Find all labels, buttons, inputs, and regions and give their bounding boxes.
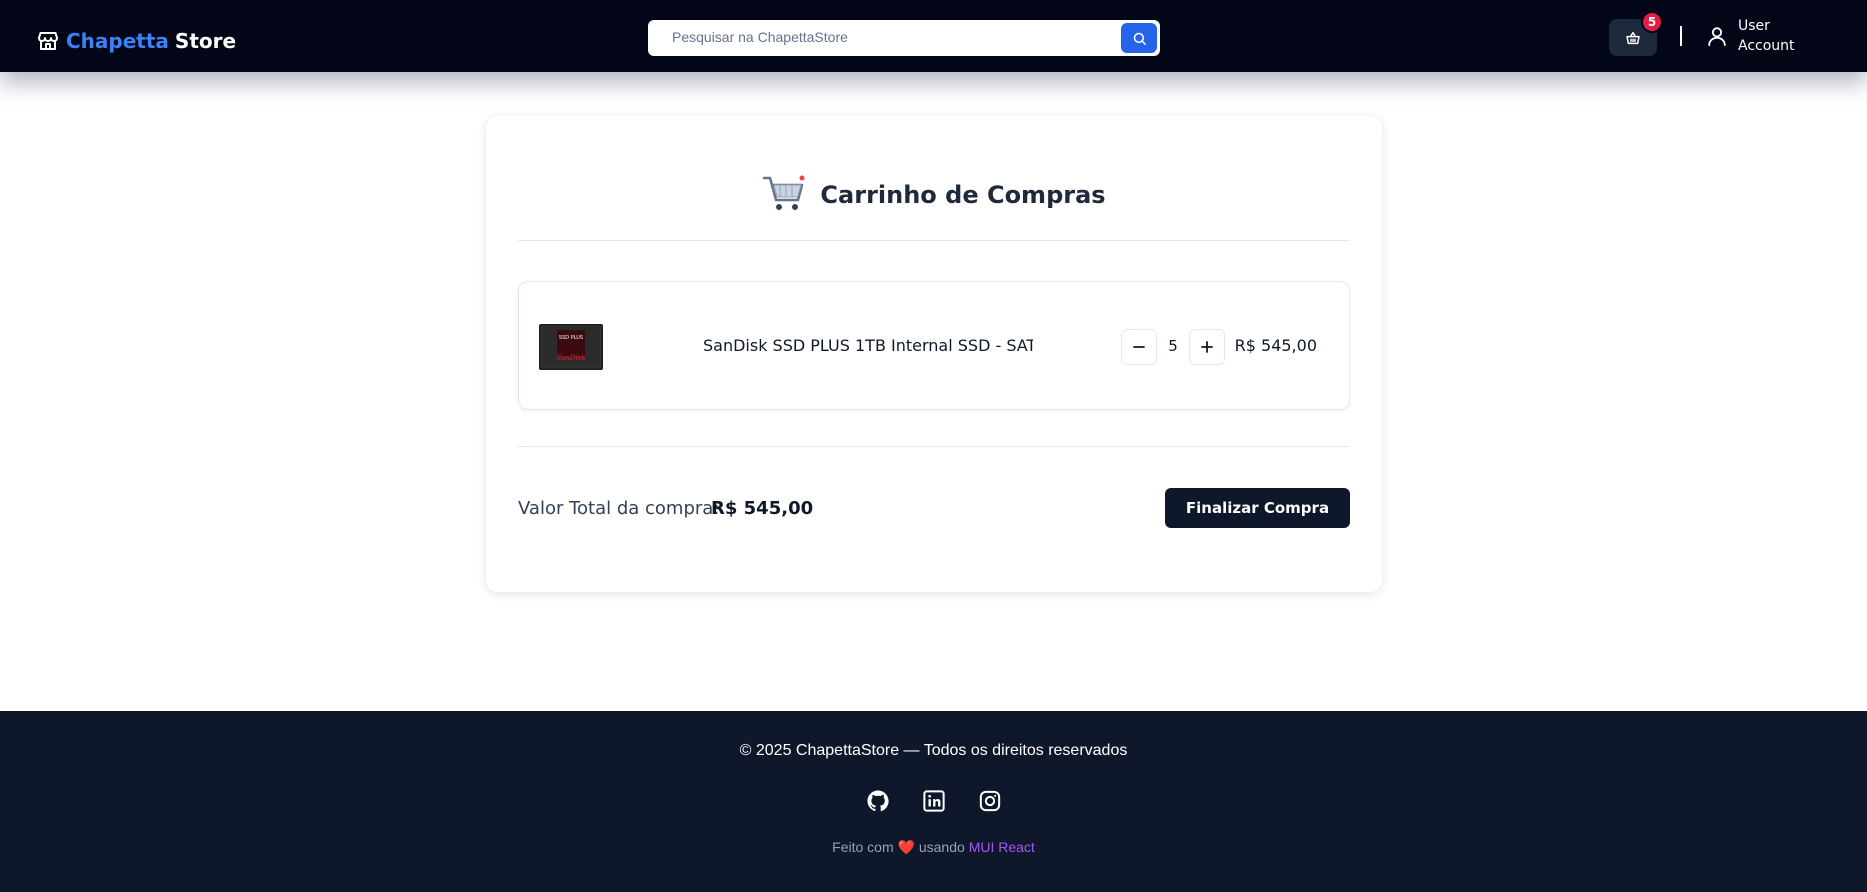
divider bbox=[518, 240, 1350, 241]
cart-item: SSD PLUS SanDisk SanDisk SSD PLUS 1TB In… bbox=[518, 281, 1350, 410]
search-button[interactable] bbox=[1121, 23, 1157, 53]
search-input[interactable]: Pesquisar na ChapettaStore bbox=[648, 20, 1160, 56]
social-links bbox=[0, 789, 1867, 813]
decrease-quantity-button[interactable] bbox=[1121, 329, 1157, 365]
github-icon[interactable] bbox=[866, 789, 890, 813]
account-line1: User bbox=[1738, 18, 1770, 34]
brand-name-part2: Store bbox=[174, 29, 237, 53]
made-mid: usando bbox=[918, 839, 965, 855]
minus-icon bbox=[1133, 346, 1145, 348]
header-divider bbox=[1680, 26, 1682, 46]
user-account-button[interactable]: User Account bbox=[1706, 16, 1795, 56]
basket-icon bbox=[1626, 31, 1640, 44]
search-icon bbox=[1133, 32, 1146, 45]
made-with-text: Feito com ❤️ usando MUI React bbox=[0, 839, 1867, 856]
product-name[interactable]: SanDisk SSD PLUS 1TB Internal SSD - SATA… bbox=[703, 336, 1033, 355]
product-image: SSD PLUS SanDisk bbox=[539, 324, 603, 370]
checkout-button[interactable]: Finalizar Compra bbox=[1165, 488, 1350, 528]
mui-react-link[interactable]: MUI React bbox=[969, 839, 1035, 855]
increase-quantity-button[interactable] bbox=[1189, 329, 1225, 365]
cart-heading: Carrinho de Compras bbox=[486, 172, 1382, 218]
plus-icon bbox=[1201, 341, 1213, 353]
total-value: R$ 545,00 bbox=[711, 498, 814, 519]
cart-title: Carrinho de Compras bbox=[820, 181, 1106, 209]
divider bbox=[518, 446, 1350, 447]
item-price: R$ 545,00 bbox=[1234, 336, 1317, 355]
cart-panel: Carrinho de Compras SSD PLUS SanDisk San… bbox=[486, 116, 1382, 592]
linkedin-icon[interactable] bbox=[922, 789, 946, 813]
user-icon bbox=[1708, 27, 1726, 47]
top-navbar: Chapetta Store Pesquisar na ChapettaStor… bbox=[0, 0, 1867, 72]
site-footer: © 2025 ChapettaStore — Todos os direitos… bbox=[0, 711, 1867, 892]
made-prefix: Feito com bbox=[832, 839, 894, 855]
quantity-value: 5 bbox=[1168, 337, 1178, 355]
instagram-icon[interactable] bbox=[978, 789, 1002, 813]
account-line2: Account bbox=[1738, 38, 1795, 54]
store-icon bbox=[36, 29, 60, 53]
brand-logo[interactable]: Chapetta Store bbox=[36, 27, 236, 55]
total-label: Valor Total da compra: bbox=[518, 498, 720, 519]
svg-text:SSD PLUS: SSD PLUS bbox=[559, 335, 583, 341]
shopping-cart-icon bbox=[762, 172, 806, 218]
svg-text:SanDisk: SanDisk bbox=[556, 354, 585, 362]
heart-icon: ❤️ bbox=[897, 839, 915, 855]
cart-count-badge: 5 bbox=[1641, 11, 1663, 33]
search-placeholder: Pesquisar na ChapettaStore bbox=[672, 29, 848, 45]
copyright-text: © 2025 ChapettaStore — Todos os direitos… bbox=[739, 742, 1128, 759]
account-label: User Account bbox=[1738, 16, 1795, 56]
brand-name-part1: Chapetta bbox=[66, 29, 169, 53]
